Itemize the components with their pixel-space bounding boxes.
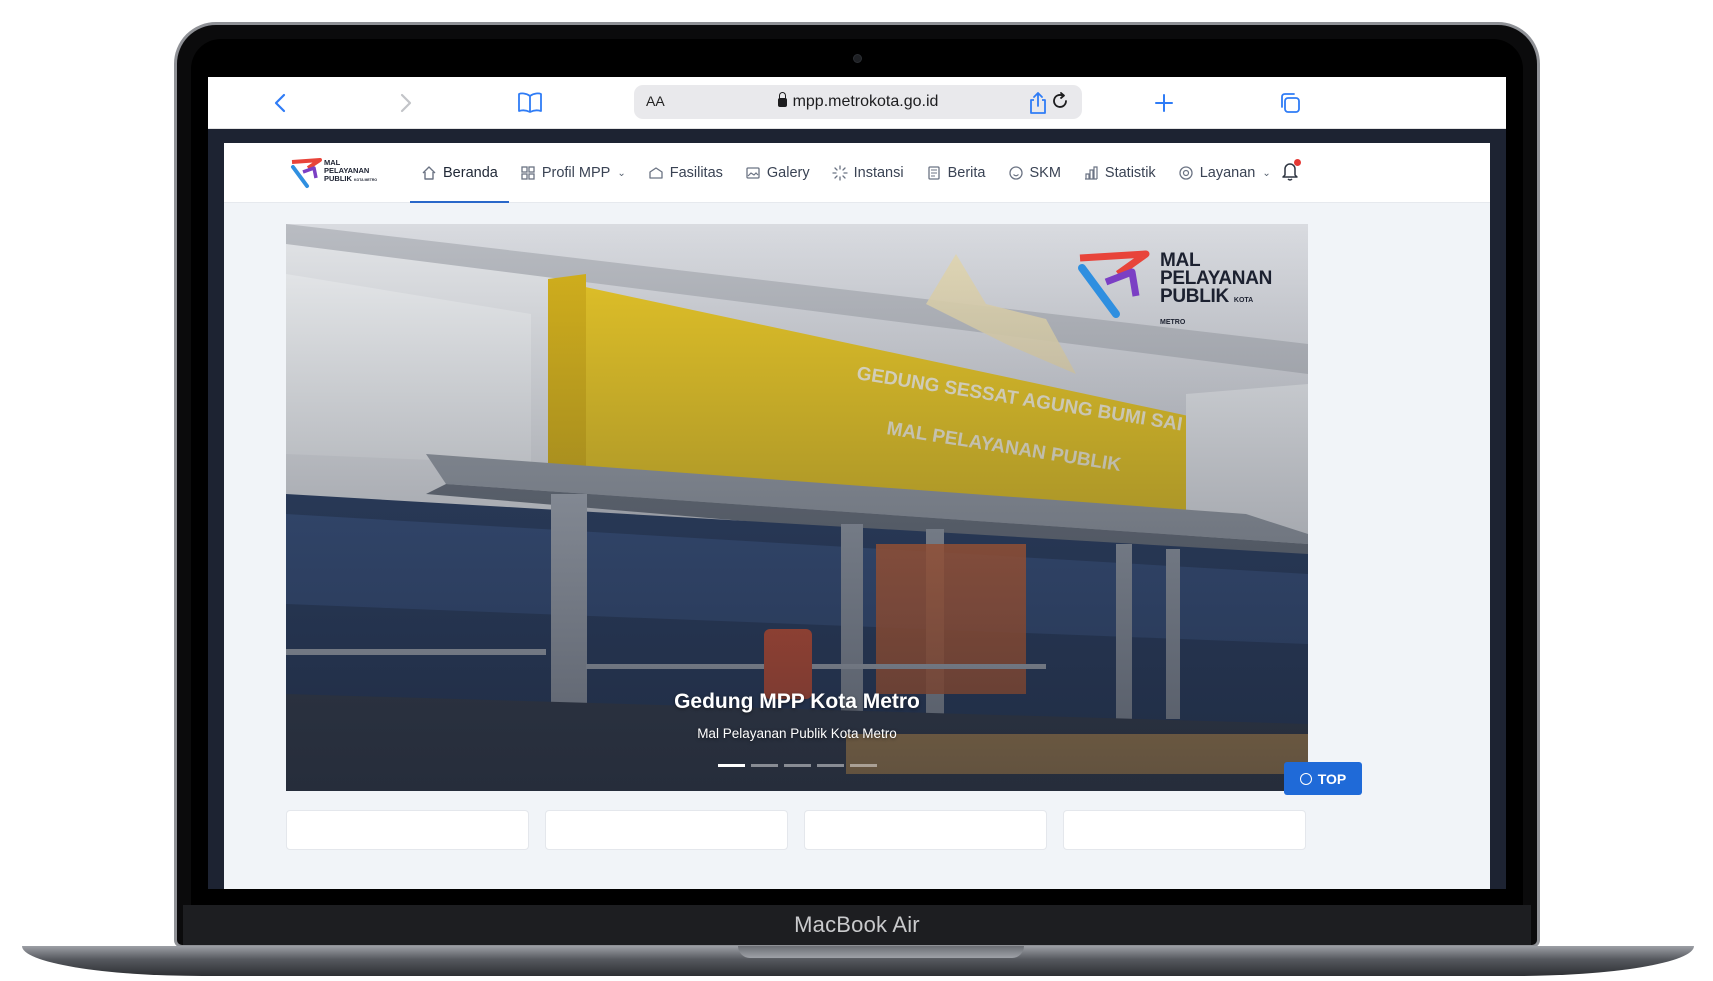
share-icon[interactable] (1024, 89, 1052, 117)
smile-icon (1008, 165, 1024, 181)
nav-item-statistik[interactable]: Statistik (1072, 143, 1167, 203)
bookmarks-icon[interactable] (516, 89, 544, 117)
grid-icon (520, 165, 536, 181)
nav-label: Fasilitas (669, 165, 723, 181)
base-notch (738, 946, 1024, 958)
hero-logo-line-3: PUBLIK (1160, 286, 1229, 307)
hero-subtitle: Mal Pelayanan Publik Kota Metro (697, 726, 897, 741)
address-text-wrap: mpp.metrokota.go.id (634, 92, 1082, 111)
web-page: MAL PELAYANAN PUBLIK KOTA METRO Beranda … (224, 143, 1490, 889)
hero-logo-text: MAL PELAYANAN PUBLIK KOTA METRO (1160, 251, 1276, 332)
forward-icon[interactable] (392, 89, 420, 117)
nav-item-galery[interactable]: Galery (734, 143, 821, 203)
nav-item-beranda[interactable]: Beranda (410, 143, 509, 203)
nav-item-skm[interactable]: SKM (997, 143, 1072, 203)
camera (853, 54, 862, 63)
image-icon (745, 165, 761, 181)
nav-label: Galery (766, 165, 810, 181)
nav-label: Berita (947, 165, 986, 181)
tabs-icon[interactable] (1276, 89, 1304, 117)
slider-indicators (718, 764, 877, 767)
chart-icon (1083, 165, 1099, 181)
slider-dot[interactable] (817, 764, 844, 767)
slider-dot[interactable] (751, 764, 778, 767)
logo-small-text: KOTA METRO (354, 178, 378, 182)
top-label: TOP (1317, 770, 1347, 787)
building-icon (648, 165, 664, 181)
chevron-down-icon: ⌄ (617, 167, 626, 179)
service-card[interactable] (286, 810, 529, 850)
device-brand-label: MacBook Air (794, 912, 920, 937)
news-icon (926, 165, 942, 181)
notification-bell-icon[interactable] (1279, 159, 1301, 183)
nav-item-fasilitas[interactable]: Fasilitas (637, 143, 734, 203)
browser-toolbar: AA mpp.metrokota.go.id (208, 77, 1506, 129)
nav-label: Profil MPP (541, 165, 611, 181)
lifebuoy-icon (1178, 165, 1194, 181)
logo-line-3: PUBLIK (324, 174, 352, 183)
back-icon[interactable] (266, 89, 294, 117)
slider-dot[interactable] (718, 764, 745, 767)
service-cards (286, 810, 1306, 850)
nav-label: Layanan (1199, 165, 1256, 181)
slider-dot[interactable] (784, 764, 811, 767)
arrow-up-circle-icon (1299, 772, 1312, 785)
site-navbar: MAL PELAYANAN PUBLIK KOTA METRO Beranda … (224, 143, 1490, 203)
hero-slider[interactable]: GEDUNG SESSAT AGUNG BUMI SAI WAWAI MAL P… (286, 224, 1308, 791)
screen: AA mpp.metrokota.go.id MAL PELAYANAN PUB… (208, 77, 1506, 889)
nav-item-berita[interactable]: Berita (915, 143, 997, 203)
nav-label: Statistik (1104, 165, 1156, 181)
hero-logo: MAL PELAYANAN PUBLIK KOTA METRO (1076, 250, 1276, 326)
nav-item-instansi[interactable]: Instansi (821, 143, 915, 203)
chevron-down-icon: ⌄ (1262, 167, 1271, 179)
nav-label: SKM (1029, 165, 1061, 181)
address-text: mpp.metrokota.go.id (792, 93, 939, 110)
laptop-base (22, 946, 1694, 976)
hero-title: Gedung MPP Kota Metro (674, 690, 920, 713)
nav-item-layanan[interactable]: Layanan ⌄ (1167, 143, 1282, 203)
slider-dot[interactable] (850, 764, 877, 767)
nav-label: Instansi (853, 165, 904, 181)
back-to-top-button[interactable]: TOP (1284, 762, 1362, 795)
laptop-chin: MacBook Air (183, 905, 1531, 945)
home-icon (421, 165, 437, 181)
nav-item-profil-mpp[interactable]: Profil MPP ⌄ (509, 143, 637, 203)
new-tab-icon[interactable] (1150, 89, 1178, 117)
site-logo[interactable]: MAL PELAYANAN PUBLIK KOTA METRO (290, 158, 390, 190)
nav-label: Beranda (443, 165, 498, 181)
service-card[interactable] (1063, 810, 1306, 850)
service-card[interactable] (545, 810, 788, 850)
notification-dot (1294, 159, 1301, 166)
address-bar[interactable]: AA mpp.metrokota.go.id (634, 85, 1082, 119)
lock-icon (777, 92, 787, 107)
main-nav: Beranda Profil MPP ⌄ Fasilitas Galery Ins… (410, 143, 1282, 203)
reload-icon[interactable] (1050, 91, 1070, 117)
service-card[interactable] (804, 810, 1047, 850)
logo-mark-icon (1078, 250, 1150, 318)
hero-caption: Gedung MPP Kota Metro Mal Pelayanan Publ… (286, 690, 1308, 741)
spinner-icon (831, 165, 848, 181)
